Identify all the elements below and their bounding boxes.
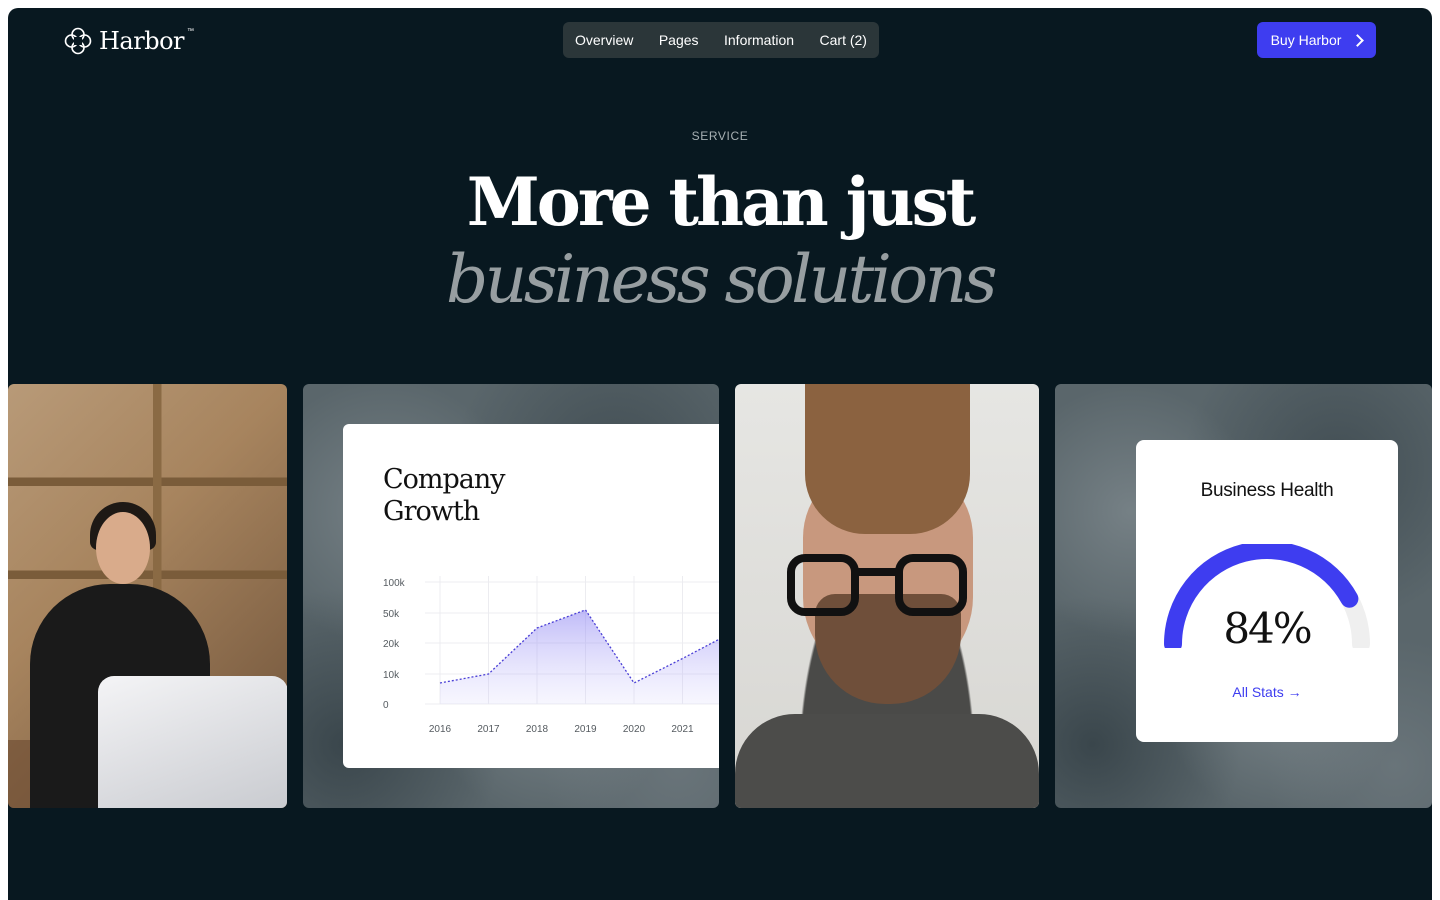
sweater-shape <box>735 714 1039 808</box>
all-stats-link[interactable]: All Stats → <box>1136 684 1398 700</box>
brand-name: Harbor <box>99 27 185 55</box>
photo-woman-card <box>8 384 287 808</box>
nav-item-information[interactable]: Information <box>724 32 794 48</box>
hero-heading: More than just <box>466 163 977 241</box>
y-tick-label: 20k <box>383 639 400 650</box>
x-tick-label: 2017 <box>477 724 500 735</box>
health-panel: Business Health 84% All Stats → <box>1136 440 1398 742</box>
chevron-right-icon <box>1351 33 1365 47</box>
buy-button[interactable]: Buy Harbor <box>1257 22 1376 58</box>
nav-item-cart[interactable]: Cart (2) <box>820 32 867 48</box>
y-tick-label: 50k <box>383 609 400 620</box>
buy-button-label: Buy Harbor <box>1270 32 1342 48</box>
health-card: Business Health 84% All Stats → <box>1055 384 1432 808</box>
hero-subheading: business solutions <box>446 241 997 318</box>
trademark: ™ <box>187 27 194 35</box>
health-title: Business Health <box>1200 480 1334 501</box>
laptop-shape <box>98 676 287 808</box>
main-nav: Overview Pages Information Cart (2) <box>563 22 879 58</box>
nav-item-overview[interactable]: Overview <box>575 32 633 48</box>
y-tick-label: 0 <box>383 700 389 711</box>
series-area <box>440 609 719 704</box>
growth-chart: 010k20k50k100k 2016201720182019202020212… <box>383 576 719 735</box>
page-frame: Harbor ™ Overview Pages Information Cart… <box>8 8 1432 900</box>
photo-man-card <box>735 384 1039 808</box>
glasses-right-lens <box>895 554 967 616</box>
woman-face-shape <box>96 512 150 584</box>
health-value: 84% <box>1223 604 1312 653</box>
section-eyebrow: SERVICE <box>691 129 749 143</box>
glasses-bridge <box>857 568 899 576</box>
y-tick-label: 10k <box>383 670 400 681</box>
y-tick-label: 100k <box>383 578 406 589</box>
chart-panel: Company Growth 0 10k 20k 50k 100k 2016 2017 20… <box>343 424 719 768</box>
clover-icon <box>64 27 92 55</box>
x-tick-label: 2018 <box>526 724 549 735</box>
x-tick-label: 2016 <box>429 724 452 735</box>
nav-item-pages[interactable]: Pages <box>659 32 699 48</box>
growth-card: Company Growth 0 10k 20k 50k 100k 2016 2017 20… <box>303 384 719 808</box>
man-hair-shape <box>805 384 970 534</box>
x-tick-label: 2020 <box>623 724 646 735</box>
glasses-left-lens <box>787 554 859 616</box>
x-tick-label: 2021 <box>671 724 694 735</box>
x-tick-label: 2019 <box>574 724 597 735</box>
brand-logo[interactable]: Harbor ™ <box>63 26 197 56</box>
